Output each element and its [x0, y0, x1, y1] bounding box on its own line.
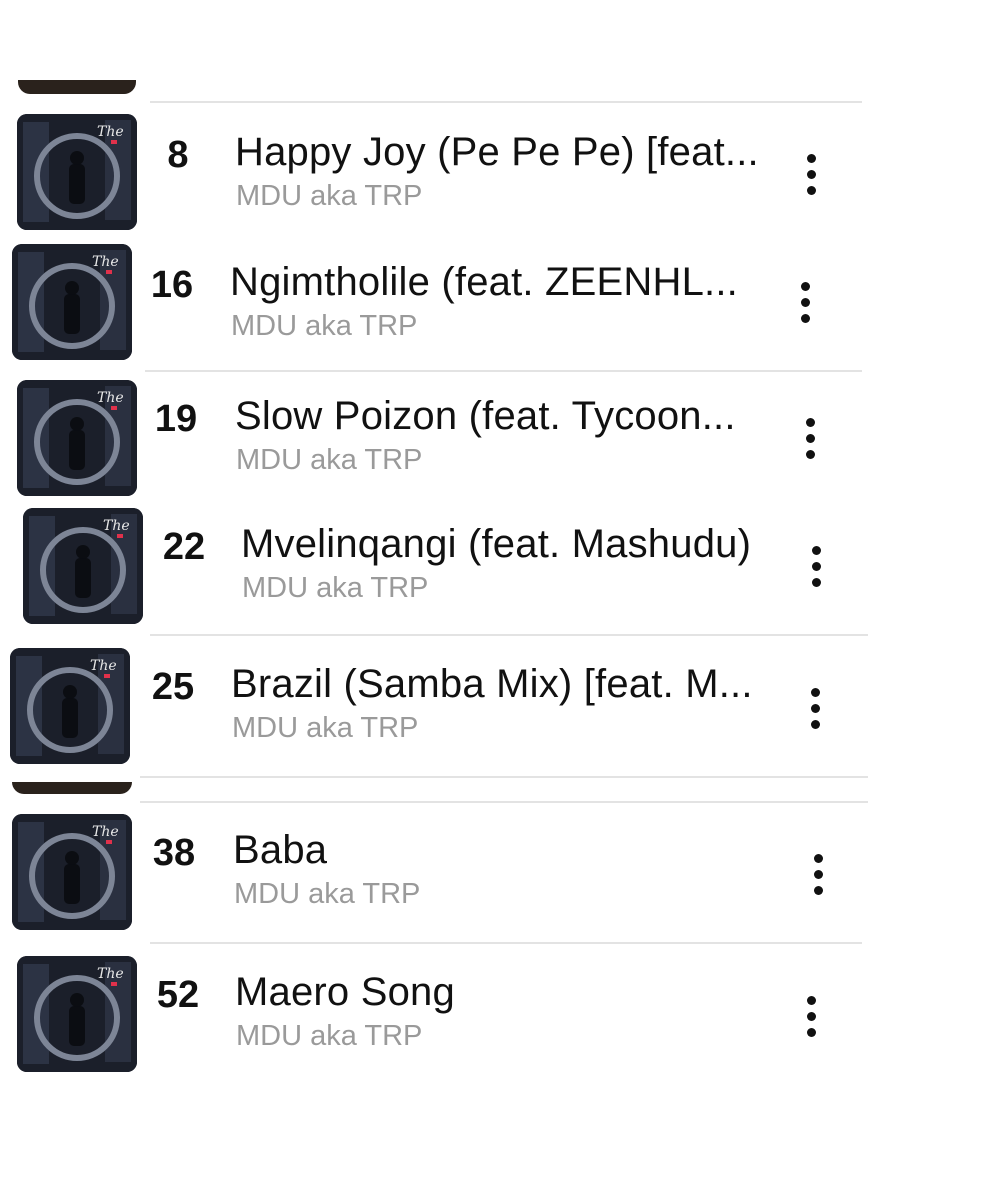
track-title: Ngimtholile (feat. ZEENHL...	[230, 260, 738, 304]
track-row[interactable]: The 22 Mvelinqangi (feat. Mashudu) MDU a…	[14, 506, 870, 630]
svg-text:The: The	[97, 124, 124, 140]
track-rank: 25	[151, 666, 195, 708]
more-options-icon[interactable]	[795, 678, 835, 738]
more-options-icon[interactable]	[785, 272, 825, 332]
row-divider	[150, 634, 868, 636]
svg-text:The: The	[90, 658, 117, 674]
row-divider	[140, 801, 868, 803]
track-artist: MDU aka TRP	[234, 878, 421, 910]
track-artist: MDU aka TRP	[236, 444, 423, 476]
track-title: Brazil (Samba Mix) [feat. M...	[231, 662, 753, 706]
track-rank: 38	[152, 832, 196, 874]
track-artist: MDU aka TRP	[232, 712, 419, 744]
svg-text:The: The	[92, 254, 119, 270]
more-options-icon[interactable]	[790, 408, 830, 468]
track-artist: MDU aka TRP	[236, 180, 423, 212]
row-divider	[145, 370, 862, 372]
album-artwork-icon: The	[12, 814, 132, 930]
more-options-icon[interactable]	[796, 536, 836, 596]
album-artwork-icon: The	[10, 648, 130, 764]
row-divider	[150, 942, 862, 944]
track-title: Maero Song	[235, 970, 455, 1014]
album-artwork-icon: The	[12, 244, 132, 360]
track-rank: 22	[162, 526, 206, 568]
track-rank: 16	[150, 264, 194, 306]
track-row[interactable]: The 16 Ngimtholile (feat. ZEENHL... MDU …	[4, 240, 864, 364]
more-options-icon[interactable]	[791, 144, 831, 204]
track-artist: MDU aka TRP	[242, 572, 429, 604]
track-title: Slow Poizon (feat. Tycoon...	[235, 394, 736, 438]
album-artwork-icon: The	[17, 380, 137, 496]
track-row[interactable]: The 8 Happy Joy (Pe Pe Pe) [feat... MDU …	[10, 110, 870, 234]
track-row[interactable]: The 25 Brazil (Samba Mix) [feat. M... MD…	[2, 644, 870, 768]
track-title: Mvelinqangi (feat. Mashudu)	[241, 522, 752, 566]
svg-text:The: The	[97, 966, 124, 982]
more-options-icon[interactable]	[791, 986, 831, 1046]
track-row[interactable]: The 38 Baba MDU aka TRP	[4, 810, 870, 934]
track-rank: 8	[167, 134, 189, 176]
track-title: Happy Joy (Pe Pe Pe) [feat...	[235, 130, 759, 174]
row-divider	[150, 101, 862, 103]
album-artwork-icon: The	[23, 508, 143, 624]
svg-text:The: The	[92, 824, 119, 840]
track-artist: MDU aka TRP	[236, 1020, 423, 1052]
row-divider	[140, 776, 868, 778]
track-rank: 52	[156, 974, 200, 1016]
artwork-fragment	[18, 80, 136, 94]
album-artwork-icon: The	[17, 956, 137, 1072]
track-row[interactable]: The 19 Slow Poizon (feat. Tycoon... MDU …	[10, 376, 870, 500]
artwork-fragment	[12, 782, 132, 794]
more-options-icon[interactable]	[798, 844, 838, 904]
svg-text:The: The	[97, 390, 124, 406]
svg-text:The: The	[103, 518, 130, 534]
track-rank: 19	[154, 398, 198, 440]
track-artist: MDU aka TRP	[231, 310, 418, 342]
track-title: Baba	[233, 828, 328, 872]
album-artwork-icon: The	[17, 114, 137, 230]
track-row[interactable]: The 52 Maero Song MDU aka TRP	[10, 952, 870, 1076]
